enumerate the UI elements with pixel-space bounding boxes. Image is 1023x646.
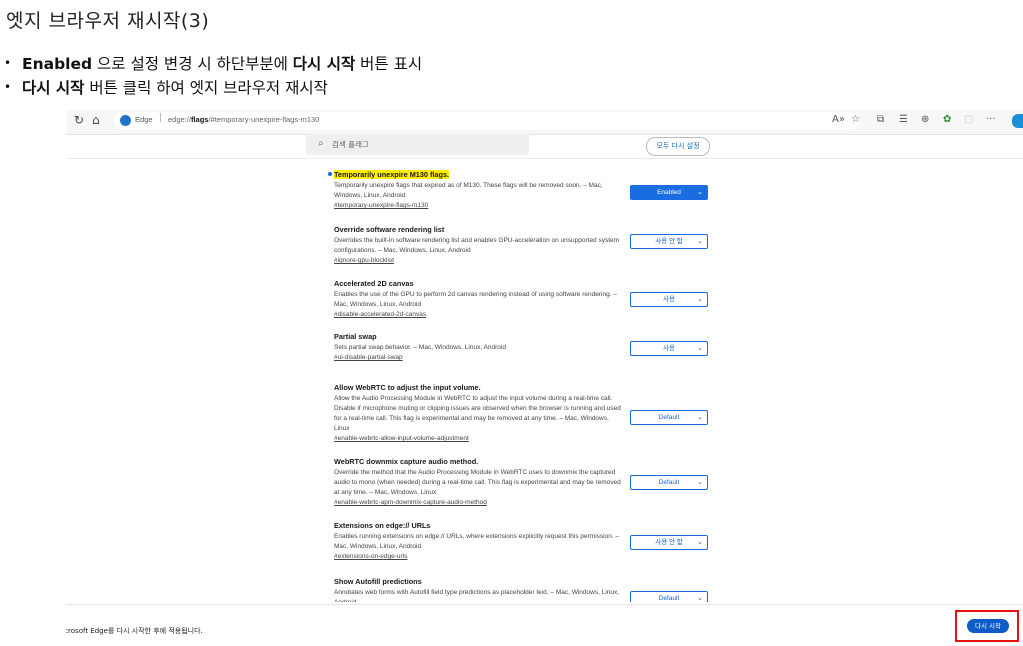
chevron-down-icon: ⌄	[697, 189, 703, 196]
split-screen-icon[interactable]: ⧉	[877, 114, 884, 125]
flag-select[interactable]: 사용 안 함 ⌄	[630, 234, 708, 249]
flag-item: Temporarily unexpire M130 flags. Tempora…	[328, 170, 734, 211]
flag-link[interactable]: #enable-webrtc-apm-downmix-capture-audio…	[334, 498, 734, 508]
read-aloud-icon[interactable]: A»	[832, 114, 845, 125]
flag-link[interactable]: #temporary-unexpire-flags-m130	[334, 201, 734, 211]
flag-select[interactable]: 사용 안 함 ⌄	[630, 535, 708, 550]
flag-item: Extensions on edge:// URLs Enables runni…	[334, 521, 734, 562]
instruction-item: • Enabled 으로 설정 변경 시 하단부분에 다시 시작 버튼 표시	[4, 55, 423, 73]
collections-icon[interactable]: ⊕	[921, 114, 929, 125]
browser-window: ↻ ⌂ Edge | edge://flags/#temporary-unexp…	[66, 107, 1023, 646]
highlight-box: 다시 시작	[955, 610, 1019, 642]
flag-item: Show Autofill predictions Annotates web …	[334, 577, 734, 602]
flags-list: Temporarily unexpire M130 flags. Tempora…	[66, 162, 1023, 602]
search-flags-input[interactable]: ⌕ 검색 플래그	[306, 134, 529, 155]
extension-icon[interactable]: ✿	[943, 114, 951, 125]
site-label: Edge	[135, 115, 153, 124]
instruction-list: • Enabled 으로 설정 변경 시 하단부분에 다시 시작 버튼 표시 • 다…	[4, 52, 422, 100]
flag-select[interactable]: Default ⌄	[630, 475, 708, 490]
instruction-item: • 다시 시작 버튼 클릭 하여 엣지 브라우저 재시작	[4, 79, 328, 97]
flag-select[interactable]: Default ⌄	[630, 591, 708, 602]
favorites-list-icon[interactable]: ☰	[899, 114, 908, 125]
restart-button[interactable]: 다시 시작	[967, 619, 1009, 633]
flag-item: Allow WebRTC to adjust the input volume.…	[334, 383, 734, 444]
flag-item: WebRTC downmix capture audio method. Ove…	[334, 457, 734, 508]
favorite-star-icon[interactable]: ☆	[851, 114, 860, 125]
url-text: edge://flags/#temporary-unexpire-flags-m…	[168, 115, 320, 124]
chevron-down-icon: ⌄	[697, 479, 703, 486]
chevron-down-icon: ⌄	[697, 296, 703, 303]
flag-item: Accelerated 2D canvas Enables the use of…	[334, 279, 734, 320]
modified-indicator	[328, 172, 332, 176]
chevron-down-icon: ⌄	[697, 595, 703, 602]
search-icon: ⌕	[318, 138, 324, 149]
home-icon[interactable]: ⌂	[92, 113, 100, 127]
restart-notification-bar: 경 내용은 Microsoft Edge를 다시 시작한 후에 적용됩니다. 다…	[66, 604, 1023, 646]
flag-select[interactable]: Enabled ⌄	[630, 185, 708, 200]
url-field[interactable]: Edge | edge://flags/#temporary-unexpire-…	[114, 112, 859, 130]
address-bar: ↻ ⌂ Edge | edge://flags/#temporary-unexp…	[66, 110, 1023, 135]
flag-select[interactable]: 사용 ⌄	[630, 341, 708, 356]
reset-all-button[interactable]: 모두 다시 설정	[646, 137, 710, 156]
chevron-down-icon: ⌄	[697, 345, 703, 352]
flag-select[interactable]: 사용 ⌄	[630, 292, 708, 307]
flag-item: Override software rendering list Overrid…	[334, 225, 734, 266]
flag-item: Partial swap Sets partial swap behavior.…	[334, 332, 734, 363]
profile-icon[interactable]: ▢	[964, 114, 973, 125]
flag-link[interactable]: #ignore-gpu-blocklist	[334, 256, 734, 266]
chevron-down-icon: ⌄	[697, 414, 703, 421]
flag-link[interactable]: #disable-accelerated-2d-canvas	[334, 310, 734, 320]
edge-icon	[120, 115, 131, 126]
more-menu-icon[interactable]: ···	[986, 114, 996, 125]
refresh-icon[interactable]: ↻	[74, 113, 84, 127]
chevron-down-icon: ⌄	[697, 539, 703, 546]
slide-title: 엣지 브라우저 재시작(3)	[6, 10, 210, 32]
flag-link[interactable]: #enable-webrtc-allow-input-volume-adjust…	[334, 434, 734, 444]
restart-message: 경 내용은 Microsoft Edge를 다시 시작한 후에 적용됩니다.	[66, 627, 203, 635]
chevron-down-icon: ⌄	[697, 238, 703, 245]
flag-select[interactable]: Default ⌄	[630, 410, 708, 425]
flag-link[interactable]: #extensions-on-edge-urls	[334, 552, 734, 562]
copilot-icon[interactable]	[1012, 114, 1023, 128]
